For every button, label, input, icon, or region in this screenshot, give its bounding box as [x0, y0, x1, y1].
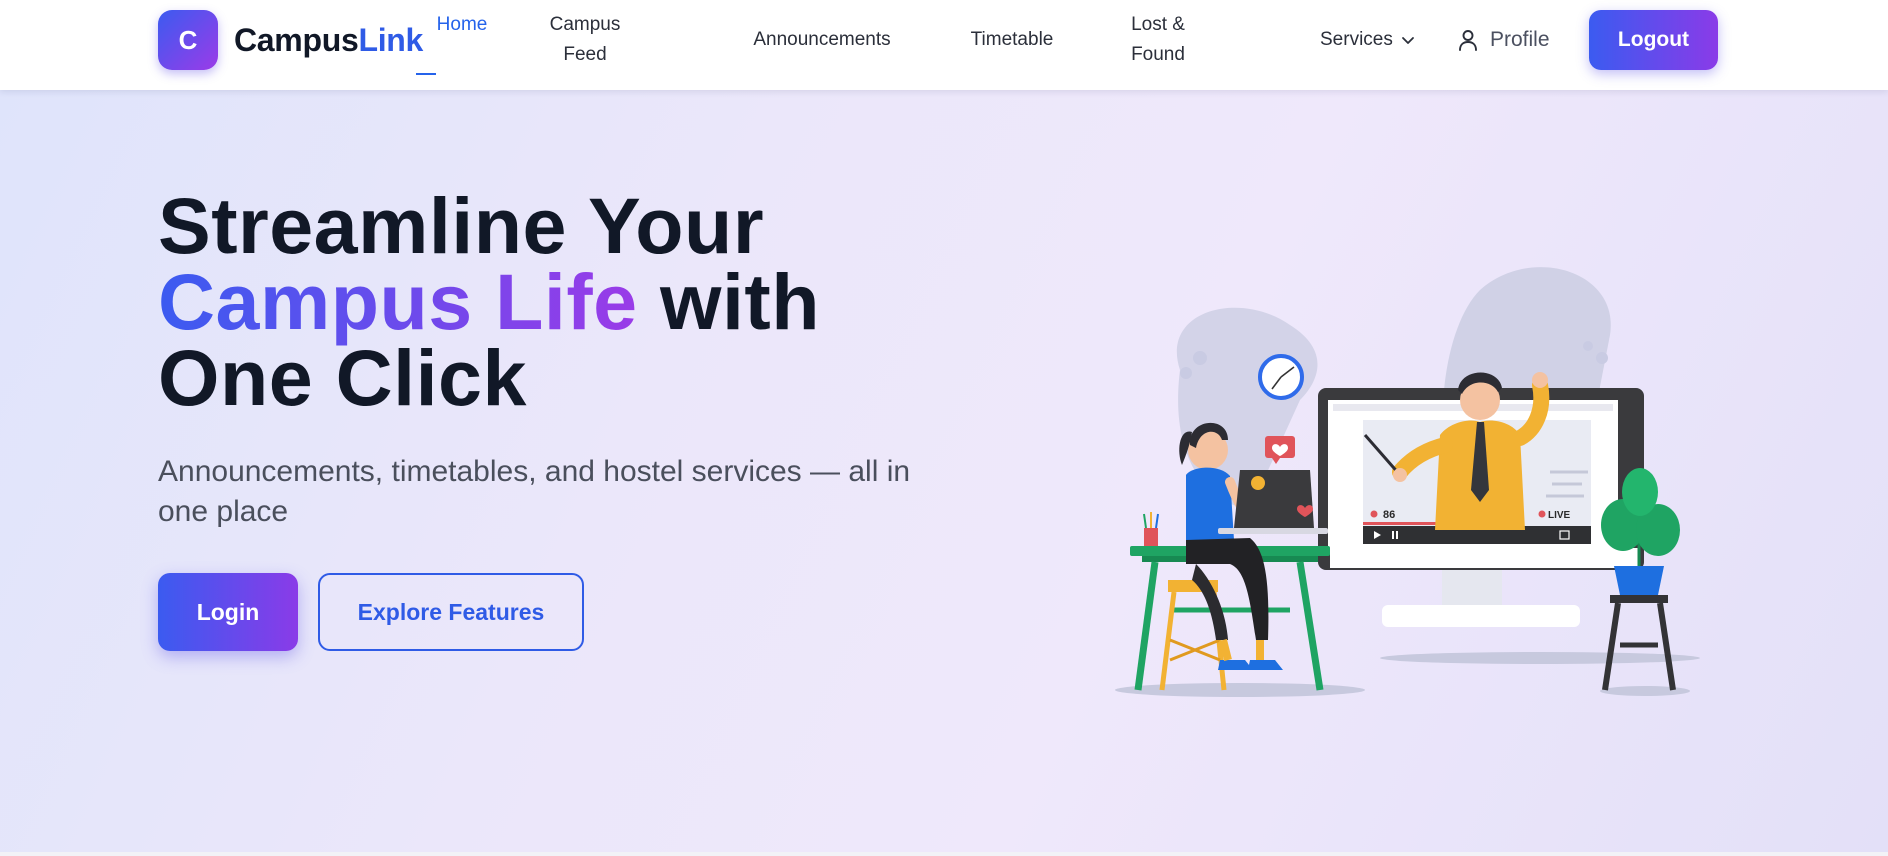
- nav-services-dropdown[interactable]: Services: [1320, 25, 1415, 55]
- hero-section: Streamline Your Campus Life with One Cli…: [0, 90, 1888, 852]
- brand-name: CampusLink: [234, 22, 423, 59]
- headline-after-accent: with: [637, 257, 820, 346]
- logout-button[interactable]: Logout: [1589, 10, 1718, 70]
- hero-headline: Streamline Your Campus Life with One Cli…: [158, 186, 938, 417]
- nav-active-underline: [416, 73, 436, 75]
- live-label: LIVE: [1548, 510, 1571, 521]
- nav-item-announcements[interactable]: Announcements: [742, 25, 902, 55]
- headline-line-3: One Click: [158, 333, 527, 422]
- hero-bottom-strip: [0, 852, 1888, 856]
- hero-illustration: 86 LIVE: [1115, 267, 1700, 697]
- nav-item-campus-feed[interactable]: Campus Feed: [530, 10, 640, 70]
- brand-logo: C: [158, 10, 218, 70]
- profile-label: Profile: [1490, 28, 1550, 51]
- brand-name-accent: Link: [358, 21, 424, 58]
- chevron-down-icon: [1401, 37, 1414, 44]
- brand[interactable]: C CampusLink: [158, 10, 423, 70]
- user-icon: [1459, 30, 1477, 51]
- nav-item-home[interactable]: Home: [434, 10, 490, 40]
- nav-item-lost-found[interactable]: Lost & Found: [1108, 10, 1208, 70]
- hero-subtitle: Announcements, timetables, and hostel se…: [158, 455, 911, 528]
- login-button[interactable]: Login: [158, 573, 298, 651]
- nav-item-timetable[interactable]: Timetable: [962, 25, 1062, 55]
- services-label: Services: [1320, 29, 1393, 50]
- viewer-count: 86: [1383, 509, 1395, 521]
- top-navbar: C CampusLink Home Campus Feed Announceme…: [0, 0, 1888, 90]
- explore-features-button[interactable]: Explore Features: [318, 573, 584, 651]
- nav-profile[interactable]: Profile: [1458, 24, 1550, 56]
- brand-name-main: Campus: [234, 21, 359, 58]
